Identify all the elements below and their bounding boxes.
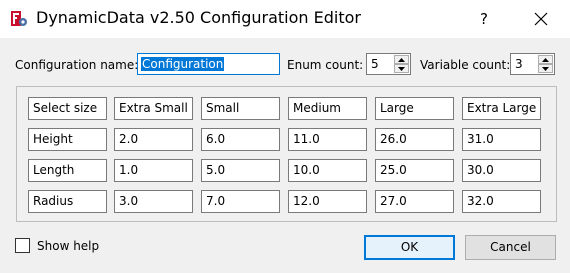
enum-count-label: Enum count:	[287, 58, 364, 72]
value-cell[interactable]: 2.0	[114, 128, 193, 151]
enum-count-spinbox[interactable]: 5	[366, 53, 411, 75]
title-bar: DynamicData v2.50 Configuration Editor ?	[0, 0, 570, 38]
variable-count-up-button[interactable]	[538, 55, 553, 64]
size-column-header[interactable]: Extra Large	[462, 97, 541, 120]
variable-count-spinbox[interactable]: 3	[510, 53, 555, 75]
value-cell[interactable]: 11.0	[288, 128, 367, 151]
window-title: DynamicData v2.50 Configuration Editor	[36, 8, 361, 27]
value-cell[interactable]: 30.0	[462, 159, 541, 182]
app-icon	[11, 11, 27, 26]
close-icon	[534, 12, 548, 26]
value-cell[interactable]: 10.0	[288, 159, 367, 182]
ok-button[interactable]: OK	[364, 235, 455, 260]
help-button[interactable]: ?	[472, 8, 496, 30]
value-cell[interactable]: 3.0	[114, 190, 193, 213]
parameter-row-label[interactable]: Height	[28, 128, 107, 151]
parameter-row-label[interactable]: Length	[28, 159, 107, 182]
value-cell[interactable]: 7.0	[201, 190, 280, 213]
arrow-up-icon	[398, 58, 405, 62]
enum-count-up-button[interactable]	[394, 55, 409, 64]
size-grid: Select size Extra Small Small Medium Large Ex…	[16, 86, 557, 222]
arrow-down-icon	[542, 67, 549, 71]
arrow-up-icon	[542, 58, 549, 62]
value-cell[interactable]: 12.0	[288, 190, 367, 213]
close-button[interactable]	[528, 8, 554, 30]
show-help-checkbox[interactable]	[15, 238, 30, 253]
parameter-row-label[interactable]: Radius	[28, 190, 107, 213]
variable-count-label: Variable count:	[420, 58, 511, 72]
value-cell[interactable]: 27.0	[375, 190, 454, 213]
size-column-header[interactable]: Extra Small	[114, 97, 193, 120]
value-cell[interactable]: 25.0	[375, 159, 454, 182]
enum-count-value: 5	[371, 57, 379, 71]
size-column-header[interactable]: Medium	[288, 97, 367, 120]
value-cell[interactable]: 26.0	[375, 128, 454, 151]
value-cell[interactable]: 1.0	[114, 159, 193, 182]
arrow-down-icon	[398, 67, 405, 71]
value-cell[interactable]: 32.0	[462, 190, 541, 213]
size-column-header[interactable]: Large	[375, 97, 454, 120]
size-column-header[interactable]: Small	[201, 97, 280, 120]
value-cell[interactable]: 6.0	[201, 128, 280, 151]
config-name-label: Configuration name:	[15, 58, 139, 72]
variable-count-value: 3	[515, 57, 523, 71]
enum-count-down-button[interactable]	[394, 64, 409, 73]
value-cell[interactable]: 31.0	[462, 128, 541, 151]
value-cell[interactable]: 5.0	[201, 159, 280, 182]
variable-count-down-button[interactable]	[538, 64, 553, 73]
config-name-value: Configuration	[141, 57, 225, 71]
cancel-button[interactable]: Cancel	[465, 235, 556, 260]
show-help-label: Show help	[37, 239, 100, 253]
select-size-header[interactable]: Select size	[28, 97, 107, 120]
config-name-input[interactable]: Configuration	[137, 53, 280, 75]
